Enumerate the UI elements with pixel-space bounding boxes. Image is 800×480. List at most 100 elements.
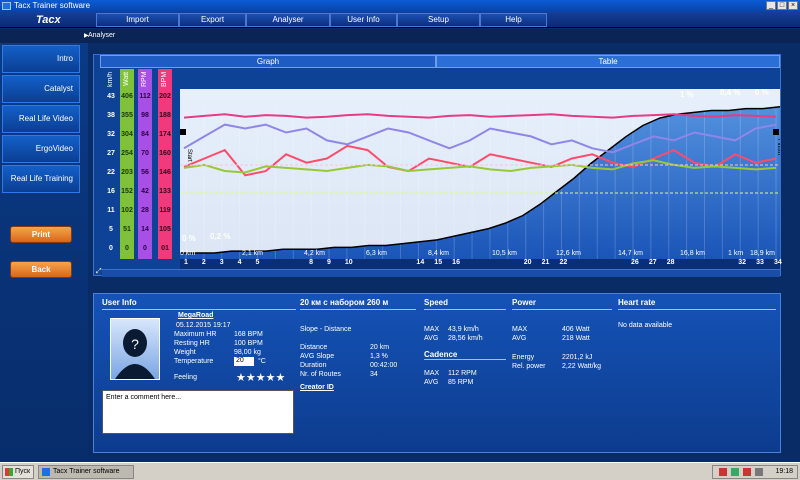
distance-label: 4,2 km — [304, 250, 325, 257]
axis-rpm: RPM 112 98 84 70 56 42 28 14 0 — [138, 69, 152, 259]
routes-count-label: Nr. of Routes — [300, 371, 341, 378]
graph-scrollbar[interactable]: ⤢ — [96, 268, 780, 277]
axis-bpm: BPM 202 188 174 160 146 133 119 105 01 — [158, 69, 172, 259]
segment-number[interactable]: 8 — [309, 259, 313, 266]
distance-label: 6,3 km — [366, 250, 387, 257]
zoom-icon[interactable]: ⤢ — [96, 268, 102, 276]
avg-slope-label: AVG Slope — [300, 353, 335, 360]
segment-number[interactable]: 21 — [542, 259, 550, 266]
axis-watt: Watt 406 355 304 254 203 152 102 51 0 — [120, 69, 134, 259]
axis-tick-label: 102 — [121, 207, 133, 214]
sidebar-item-intro[interactable]: Intro — [2, 45, 80, 73]
slope-label: 0 % — [755, 89, 769, 97]
segment-number[interactable]: 34 — [774, 259, 782, 266]
axis-tick-label: 84 — [141, 131, 149, 138]
resting-hr-value: 100 BPM — [234, 340, 263, 347]
duration-label: Duration — [300, 362, 327, 369]
energy-label: Energy — [512, 354, 535, 361]
axis-tick-label: 119 — [159, 207, 171, 214]
start-button[interactable]: Пуск — [2, 465, 34, 479]
taskbar-app-button[interactable]: Tacx Trainer software — [38, 465, 134, 479]
menu-import[interactable]: Import — [96, 13, 179, 27]
sidebar-item-catalyst[interactable]: Catalyst — [2, 75, 80, 103]
segment-number[interactable]: 10 — [345, 259, 353, 266]
segment-number[interactable]: 22 — [559, 259, 567, 266]
segment-number[interactable]: 14 — [416, 259, 424, 266]
breadcrumb: ▶ Analyser — [0, 29, 800, 43]
taskbar-app-label: Tacx Trainer software — [53, 468, 120, 475]
comment-textarea[interactable]: Enter a comment here... — [102, 390, 294, 434]
axis-tick-label: 14 — [141, 226, 149, 233]
segment-number[interactable]: 9 — [327, 259, 331, 266]
breadcrumb-current: Analyser — [88, 32, 116, 39]
segment-number[interactable]: 4 — [238, 259, 242, 266]
system-tray: 19:18 — [712, 465, 798, 479]
slope-label: 0,4 % — [720, 89, 740, 97]
segment-number[interactable]: 27 — [649, 259, 657, 266]
back-button[interactable]: Back — [10, 261, 72, 278]
segment-number[interactable]: 32 — [738, 259, 746, 266]
tray-icon[interactable] — [743, 468, 751, 476]
temperature-input[interactable]: 20 — [234, 357, 254, 366]
weight-value: 98,00 kg — [234, 349, 261, 356]
axis-tick-label: 11 — [107, 207, 115, 214]
segment-number[interactable]: 5 — [256, 259, 260, 266]
user-name[interactable]: MegaRoad — [178, 312, 213, 319]
segment-number[interactable]: 16 — [452, 259, 460, 266]
segment-number[interactable]: 20 — [524, 259, 532, 266]
axis-tick-label: 51 — [123, 226, 131, 233]
segment-number[interactable]: 15 — [434, 259, 442, 266]
sidebar-item-ergovideo[interactable]: ErgoVideo — [2, 135, 80, 163]
slope-label: 0 % — [182, 234, 196, 243]
menu-export[interactable]: Export — [179, 13, 246, 27]
segment-number[interactable]: 33 — [756, 259, 764, 266]
app-icon — [2, 2, 11, 10]
axis-tick-label: 5 — [109, 226, 113, 233]
menu-analyser[interactable]: Analyser — [246, 13, 330, 27]
menu-user-info[interactable]: User Info — [330, 13, 397, 27]
close-button[interactable]: × — [788, 1, 798, 10]
power-avg-label: AVG — [512, 335, 527, 342]
segment-number[interactable]: 3 — [220, 259, 224, 266]
feeling-stars[interactable]: ★★★★★ — [236, 371, 285, 384]
tab-table[interactable]: Table — [436, 55, 780, 68]
tab-graph[interactable]: Graph — [100, 55, 436, 68]
cadence-title: Cadence — [424, 350, 506, 360]
maximize-button[interactable]: □ — [777, 1, 787, 10]
segment-axis: 1 2 3 4 5 8 9 10 14 15 16 20 21 22 26 27 28 32 33 34 — [180, 259, 782, 269]
menu-setup[interactable]: Setup — [397, 13, 480, 27]
avg-slope-value: 1,3 % — [370, 353, 388, 360]
temperature-unit: °C — [258, 358, 266, 365]
graph-panel: Graph Table km/h 43 38 32 27 22 16 11 5 0 Watt 4… — [93, 54, 782, 277]
axis-rpm-header: RPM — [141, 71, 148, 87]
tray-icon[interactable] — [731, 468, 739, 476]
distance-value: 20 km — [370, 344, 390, 351]
sidebar-item-real-life-training[interactable]: Real Life Training — [2, 165, 80, 193]
tray-icon[interactable] — [719, 468, 727, 476]
weight-label: Weight — [174, 349, 196, 356]
cadence-avg-value: 85 RPM — [448, 379, 474, 386]
cadence-max-label: MAX — [424, 370, 440, 377]
clock: 19:18 — [775, 468, 793, 475]
segment-number[interactable]: 28 — [667, 259, 675, 266]
sidebar-item-real-life-video[interactable]: Real Life Video — [2, 105, 80, 133]
speed-title: Speed — [424, 298, 506, 310]
user-info-title: User Info — [102, 298, 296, 310]
creator-id-link[interactable]: Creator ID — [300, 384, 334, 391]
cadence-max-value: 112 RPM — [448, 370, 477, 377]
segment-number[interactable]: 2 — [202, 259, 206, 266]
windows-logo-icon — [5, 468, 13, 476]
segment-number[interactable]: 26 — [631, 259, 639, 266]
axis-tick-label: 174 — [159, 131, 171, 138]
temperature-label: Temperature — [174, 358, 214, 365]
axis-tick-label: 105 — [159, 226, 171, 233]
menu-help[interactable]: Help — [480, 13, 547, 27]
axis-tick-label: 160 — [159, 150, 171, 157]
minimize-button[interactable]: _ — [766, 1, 776, 10]
volume-icon[interactable] — [755, 468, 763, 476]
plot-area[interactable]: Start Finish 0 % 0,2 % 1 % 0,4 % 0 % 0 km 2,1 km… — [180, 88, 782, 259]
heart-rate-title: Heart rate — [618, 298, 776, 310]
segment-number[interactable]: 1 — [184, 259, 188, 266]
print-button[interactable]: Print — [10, 226, 72, 243]
axis-tick-label: 355 — [121, 112, 133, 119]
